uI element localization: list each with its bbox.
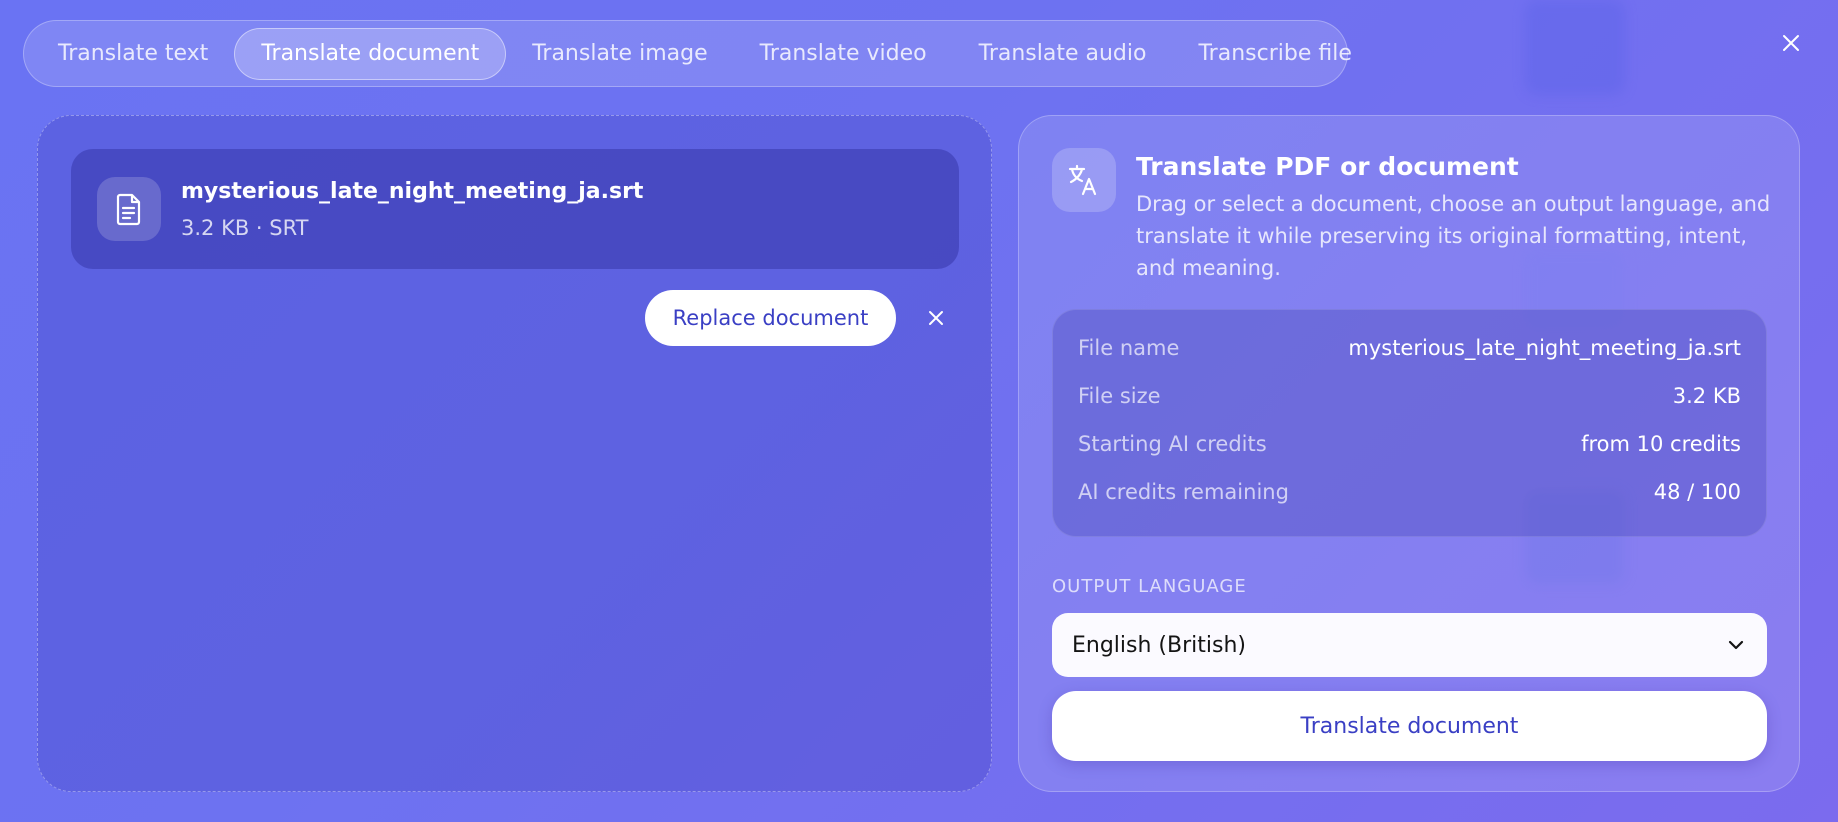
output-language-value: English (British) xyxy=(1072,632,1246,658)
close-icon xyxy=(1783,35,1799,51)
info-label: AI credits remaining xyxy=(1078,480,1289,504)
info-value: 48 / 100 xyxy=(1653,480,1741,504)
translate-panel: Translate PDF or document Drag or select… xyxy=(1018,115,1800,792)
output-language-label: OUTPUT LANGUAGE xyxy=(1052,576,1247,597)
file-name: mysterious_late_night_meeting_ja.srt xyxy=(181,178,644,204)
close-modal-button[interactable] xyxy=(1776,28,1806,58)
info-row-file-name: File name mysterious_late_night_meeting_… xyxy=(1078,324,1741,372)
info-value: from 10 credits xyxy=(1581,432,1741,456)
translate-document-button[interactable]: Translate document xyxy=(1052,691,1767,761)
tab-translate-text[interactable]: Translate text xyxy=(32,28,234,80)
info-row-credits-remaining: AI credits remaining 48 / 100 xyxy=(1078,468,1741,516)
info-value: mysterious_late_night_meeting_ja.srt xyxy=(1348,336,1741,360)
info-label: File size xyxy=(1078,384,1161,408)
info-row-file-size: File size 3.2 KB xyxy=(1078,372,1741,420)
chevron-down-icon xyxy=(1728,640,1744,650)
translate-icon xyxy=(1052,148,1116,212)
tab-translate-document[interactable]: Translate document xyxy=(234,27,507,80)
tab-translate-image[interactable]: Translate image xyxy=(506,28,733,80)
selected-file-card: mysterious_late_night_meeting_ja.srt 3.2… xyxy=(71,149,959,269)
info-label: Starting AI credits xyxy=(1078,432,1267,456)
replace-document-button[interactable]: Replace document xyxy=(645,290,896,346)
file-meta: 3.2 KB · SRT xyxy=(181,215,309,240)
info-value: 3.2 KB xyxy=(1672,384,1741,408)
tab-translate-audio[interactable]: Translate audio xyxy=(953,28,1173,80)
tab-transcribe-file[interactable]: Transcribe file xyxy=(1172,28,1377,80)
document-icon xyxy=(97,177,161,241)
background-blur xyxy=(1525,0,1625,95)
info-row-starting-credits: Starting AI credits from 10 credits xyxy=(1078,420,1741,468)
info-label: File name xyxy=(1078,336,1180,360)
panel-title: Translate PDF or document xyxy=(1136,152,1519,181)
tab-translate-video[interactable]: Translate video xyxy=(734,28,953,80)
document-dropzone[interactable]: mysterious_late_night_meeting_ja.srt 3.2… xyxy=(37,115,992,792)
remove-file-button[interactable] xyxy=(922,304,950,332)
mode-tab-bar: Translate text Translate document Transl… xyxy=(23,20,1352,87)
file-info-box: File name mysterious_late_night_meeting_… xyxy=(1052,309,1767,537)
close-icon xyxy=(929,311,943,325)
output-language-select[interactable]: English (British) xyxy=(1052,613,1767,677)
panel-description: Drag or select a document, choose an out… xyxy=(1136,192,1771,280)
